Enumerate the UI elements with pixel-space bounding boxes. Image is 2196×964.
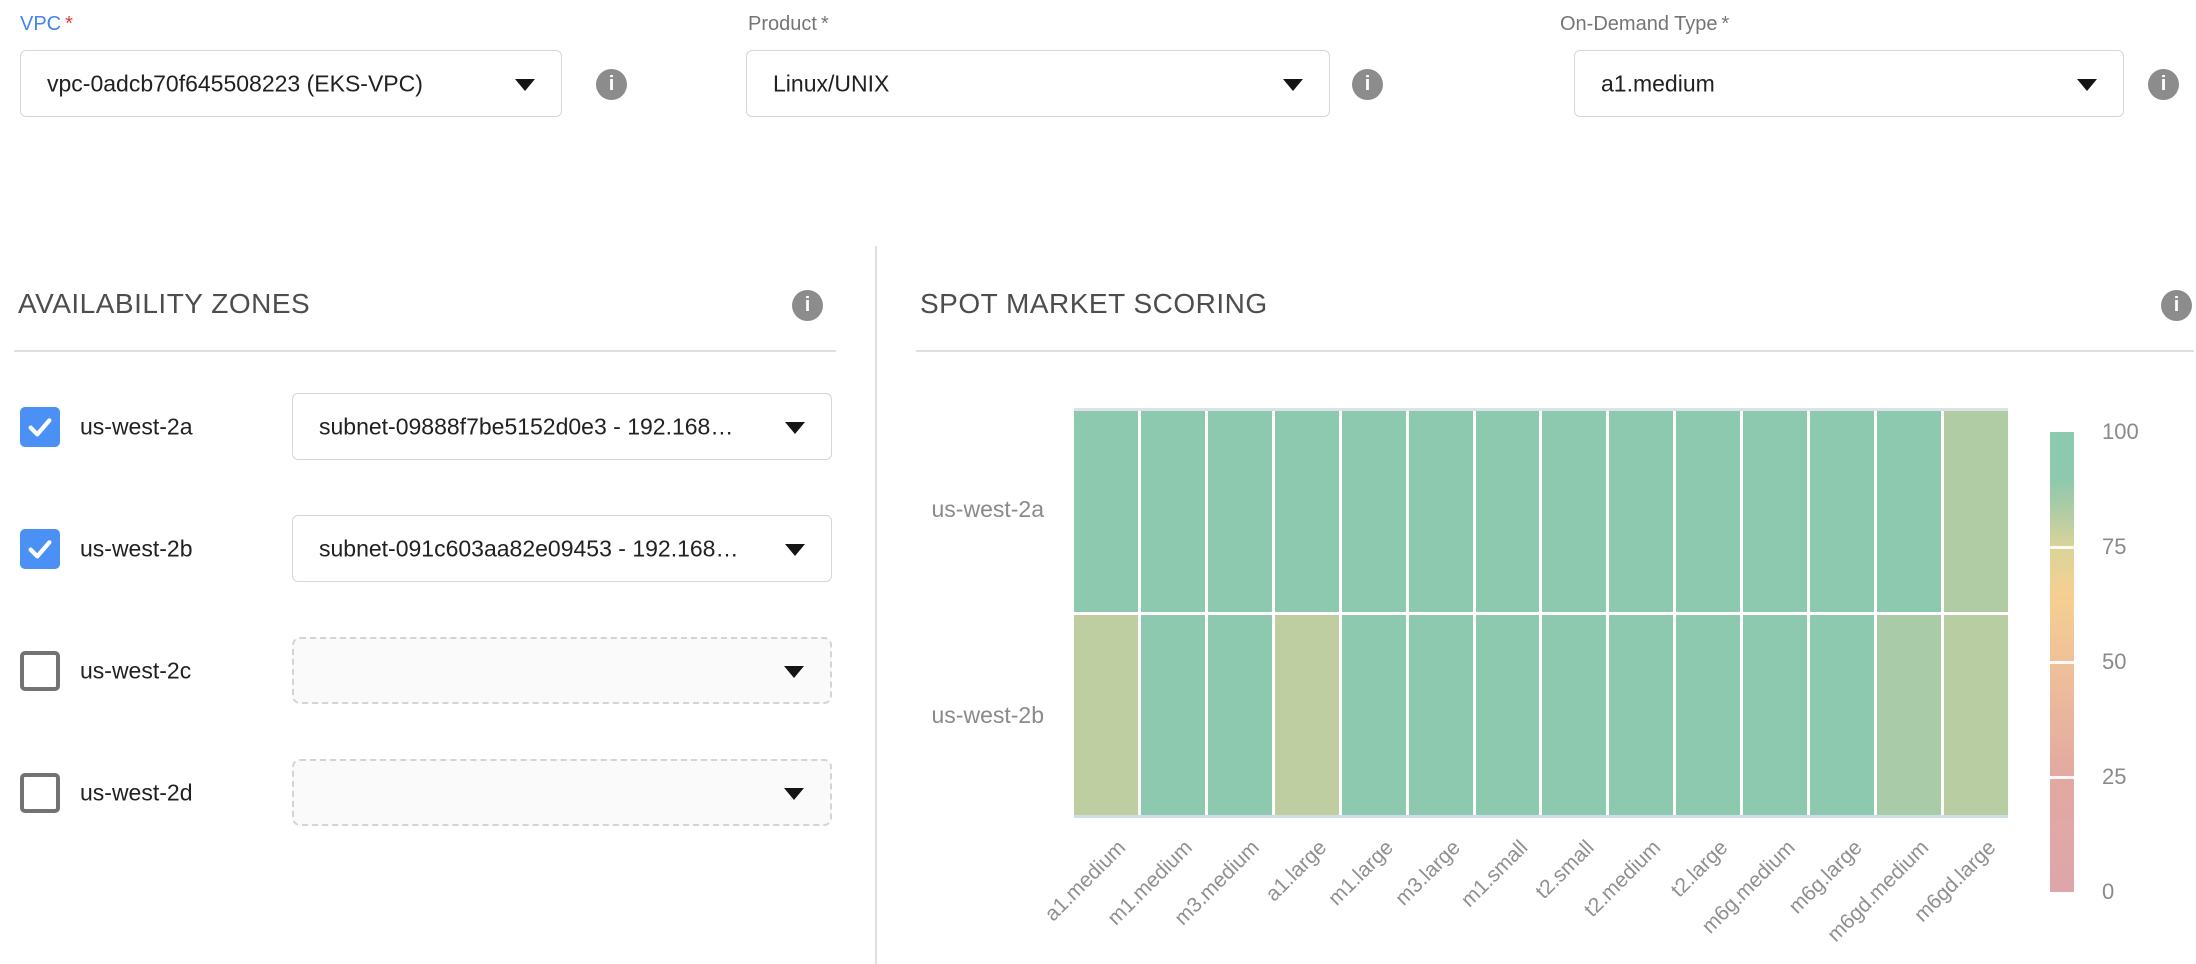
heatmap-cell-us-west-2a-m1.medium bbox=[1141, 411, 1205, 612]
heatmap-cell-us-west-2a-m1.small bbox=[1476, 411, 1540, 612]
heatmap-cell-us-west-2b-m6gd.medium bbox=[1877, 615, 1941, 816]
heatmap-cell-us-west-2a-m3.large bbox=[1409, 411, 1473, 612]
az-zone-label: us-west-2c bbox=[80, 657, 191, 684]
az-checkbox-unchecked[interactable] bbox=[20, 773, 60, 813]
heatmap-cell-us-west-2a-m6gd.medium bbox=[1877, 411, 1941, 612]
az-row: us-west-2c bbox=[0, 637, 876, 704]
on-demand-type-select-value: a1.medium bbox=[1601, 70, 1715, 97]
product-label: Product* bbox=[748, 13, 829, 36]
heatmap-cell-us-west-2b-t2.large bbox=[1676, 615, 1740, 816]
az-zone-label: us-west-2b bbox=[80, 535, 192, 562]
heatmap-cell-us-west-2b-m3.large bbox=[1409, 615, 1473, 816]
colorbar-tick-label: 25 bbox=[2102, 764, 2126, 790]
heatmap-y-label: us-west-2a bbox=[860, 496, 1044, 523]
spot-market-scoring-info-icon[interactable]: i bbox=[2161, 290, 2192, 321]
heatmap-y-label: us-west-2b bbox=[860, 702, 1044, 729]
chevron-down-icon bbox=[2077, 79, 2097, 91]
availability-zones-title: AVAILABILITY ZONES bbox=[18, 288, 310, 320]
heatmap-cell-us-west-2b-m6g.medium bbox=[1743, 615, 1807, 816]
subnet-select[interactable]: subnet-09888f7be5152d0e3 - 192.168… bbox=[292, 393, 832, 460]
vpc-info-icon[interactable]: i bbox=[596, 69, 627, 100]
availability-zones-info-icon[interactable]: i bbox=[792, 290, 823, 321]
colorbar-separator bbox=[2050, 661, 2074, 664]
az-row: us-west-2d bbox=[0, 759, 876, 826]
heatmap-cell-us-west-2b-a1.large bbox=[1275, 615, 1339, 816]
product-info-icon[interactable]: i bbox=[1352, 69, 1383, 100]
colorbar-separator bbox=[2050, 776, 2074, 779]
heatmap-cell-us-west-2a-m6g.medium bbox=[1743, 411, 1807, 612]
heatmap-cell-us-west-2b-m6g.large bbox=[1810, 615, 1874, 816]
az-zone-label: us-west-2d bbox=[80, 779, 192, 806]
heatmap-cell-us-west-2a-m1.large bbox=[1342, 411, 1406, 612]
chevron-down-icon bbox=[785, 422, 805, 434]
heatmap-x-label: t2.large bbox=[1667, 836, 1734, 903]
chevron-down-icon bbox=[515, 79, 535, 91]
az-checkbox-checked[interactable] bbox=[20, 407, 60, 447]
heatmap-x-label: m1.large bbox=[1324, 836, 1399, 911]
heatmap-x-label: a1.large bbox=[1261, 836, 1332, 907]
spot-config-page: VPC* vpc-0adcb70f645508223 (EKS-VPC) i P… bbox=[0, 0, 2196, 964]
on-demand-type-info-icon[interactable]: i bbox=[2148, 69, 2179, 100]
heatmap-cell-us-west-2a-t2.medium bbox=[1609, 411, 1673, 612]
heatmap-plot bbox=[1074, 408, 2008, 818]
colorbar-tick-label: 0 bbox=[2102, 879, 2114, 905]
subnet-select-value: subnet-09888f7be5152d0e3 - 192.168… bbox=[319, 413, 733, 440]
colorbar-separator bbox=[2050, 546, 2074, 549]
availability-zones-divider bbox=[14, 350, 836, 352]
subnet-select[interactable]: subnet-091c603aa82e09453 - 192.168… bbox=[292, 515, 832, 582]
product-select[interactable]: Linux/UNIX bbox=[746, 50, 1330, 117]
az-row: us-west-2b subnet-091c603aa82e09453 - 192… bbox=[0, 515, 876, 582]
heatmap-cell-us-west-2b-m3.medium bbox=[1208, 615, 1272, 816]
heatmap-cell-us-west-2b-t2.medium bbox=[1609, 615, 1673, 816]
vpc-select[interactable]: vpc-0adcb70f645508223 (EKS-VPC) bbox=[20, 50, 562, 117]
chevron-down-icon bbox=[784, 788, 804, 800]
heatmap-cell-us-west-2b-m1.small bbox=[1476, 615, 1540, 816]
checkmark-icon bbox=[24, 411, 56, 443]
on-demand-type-select[interactable]: a1.medium bbox=[1574, 50, 2124, 117]
heatmap-cell-us-west-2b-m1.medium bbox=[1141, 615, 1205, 816]
colorbar-tick-label: 100 bbox=[2102, 419, 2139, 445]
colorbar-tick-label: 75 bbox=[2102, 534, 2126, 560]
subnet-select bbox=[292, 637, 832, 704]
heatmap-cell-us-west-2b-m1.large bbox=[1342, 615, 1406, 816]
heatmap-cell-us-west-2a-a1.large bbox=[1275, 411, 1339, 612]
heatmap-cell-us-west-2a-m3.medium bbox=[1208, 411, 1272, 612]
heatmap-cell-us-west-2a-t2.small bbox=[1542, 411, 1606, 612]
heatmap-cell-us-west-2b-t2.small bbox=[1542, 615, 1606, 816]
heatmap-cell-us-west-2a-t2.large bbox=[1676, 411, 1740, 612]
heatmap-x-label: m3.large bbox=[1391, 836, 1466, 911]
vpc-select-value: vpc-0adcb70f645508223 (EKS-VPC) bbox=[47, 70, 423, 97]
az-checkbox-unchecked[interactable] bbox=[20, 651, 60, 691]
subnet-select-value: subnet-091c603aa82e09453 - 192.168… bbox=[319, 535, 738, 562]
panel-divider bbox=[875, 246, 877, 964]
vpc-label: VPC* bbox=[20, 13, 73, 36]
checkmark-icon bbox=[24, 533, 56, 565]
heatmap-cell-us-west-2a-m6gd.large bbox=[1944, 411, 2008, 612]
heatmap-cell-us-west-2b-m6gd.large bbox=[1944, 615, 2008, 816]
chevron-down-icon bbox=[1283, 79, 1303, 91]
heatmap-x-label: m1.small bbox=[1456, 836, 1532, 912]
chevron-down-icon bbox=[785, 544, 805, 556]
subnet-select bbox=[292, 759, 832, 826]
chevron-down-icon bbox=[784, 666, 804, 678]
spot-market-scoring-title: SPOT MARKET SCORING bbox=[920, 288, 1268, 320]
az-row: us-west-2a subnet-09888f7be5152d0e3 - 192… bbox=[0, 393, 876, 460]
heatmap-cell-us-west-2a-a1.medium bbox=[1074, 411, 1138, 612]
heatmap-cell-us-west-2b-a1.medium bbox=[1074, 615, 1138, 816]
az-checkbox-checked[interactable] bbox=[20, 529, 60, 569]
az-zone-label: us-west-2a bbox=[80, 413, 192, 440]
product-select-value: Linux/UNIX bbox=[773, 70, 889, 97]
colorbar-tick-label: 50 bbox=[2102, 649, 2126, 675]
heatmap-colorbar bbox=[2050, 432, 2074, 892]
spot-market-scoring-divider bbox=[916, 350, 2194, 352]
on-demand-type-label: On-Demand Type* bbox=[1560, 13, 1729, 36]
heatmap-cell-us-west-2a-m6g.large bbox=[1810, 411, 1874, 612]
